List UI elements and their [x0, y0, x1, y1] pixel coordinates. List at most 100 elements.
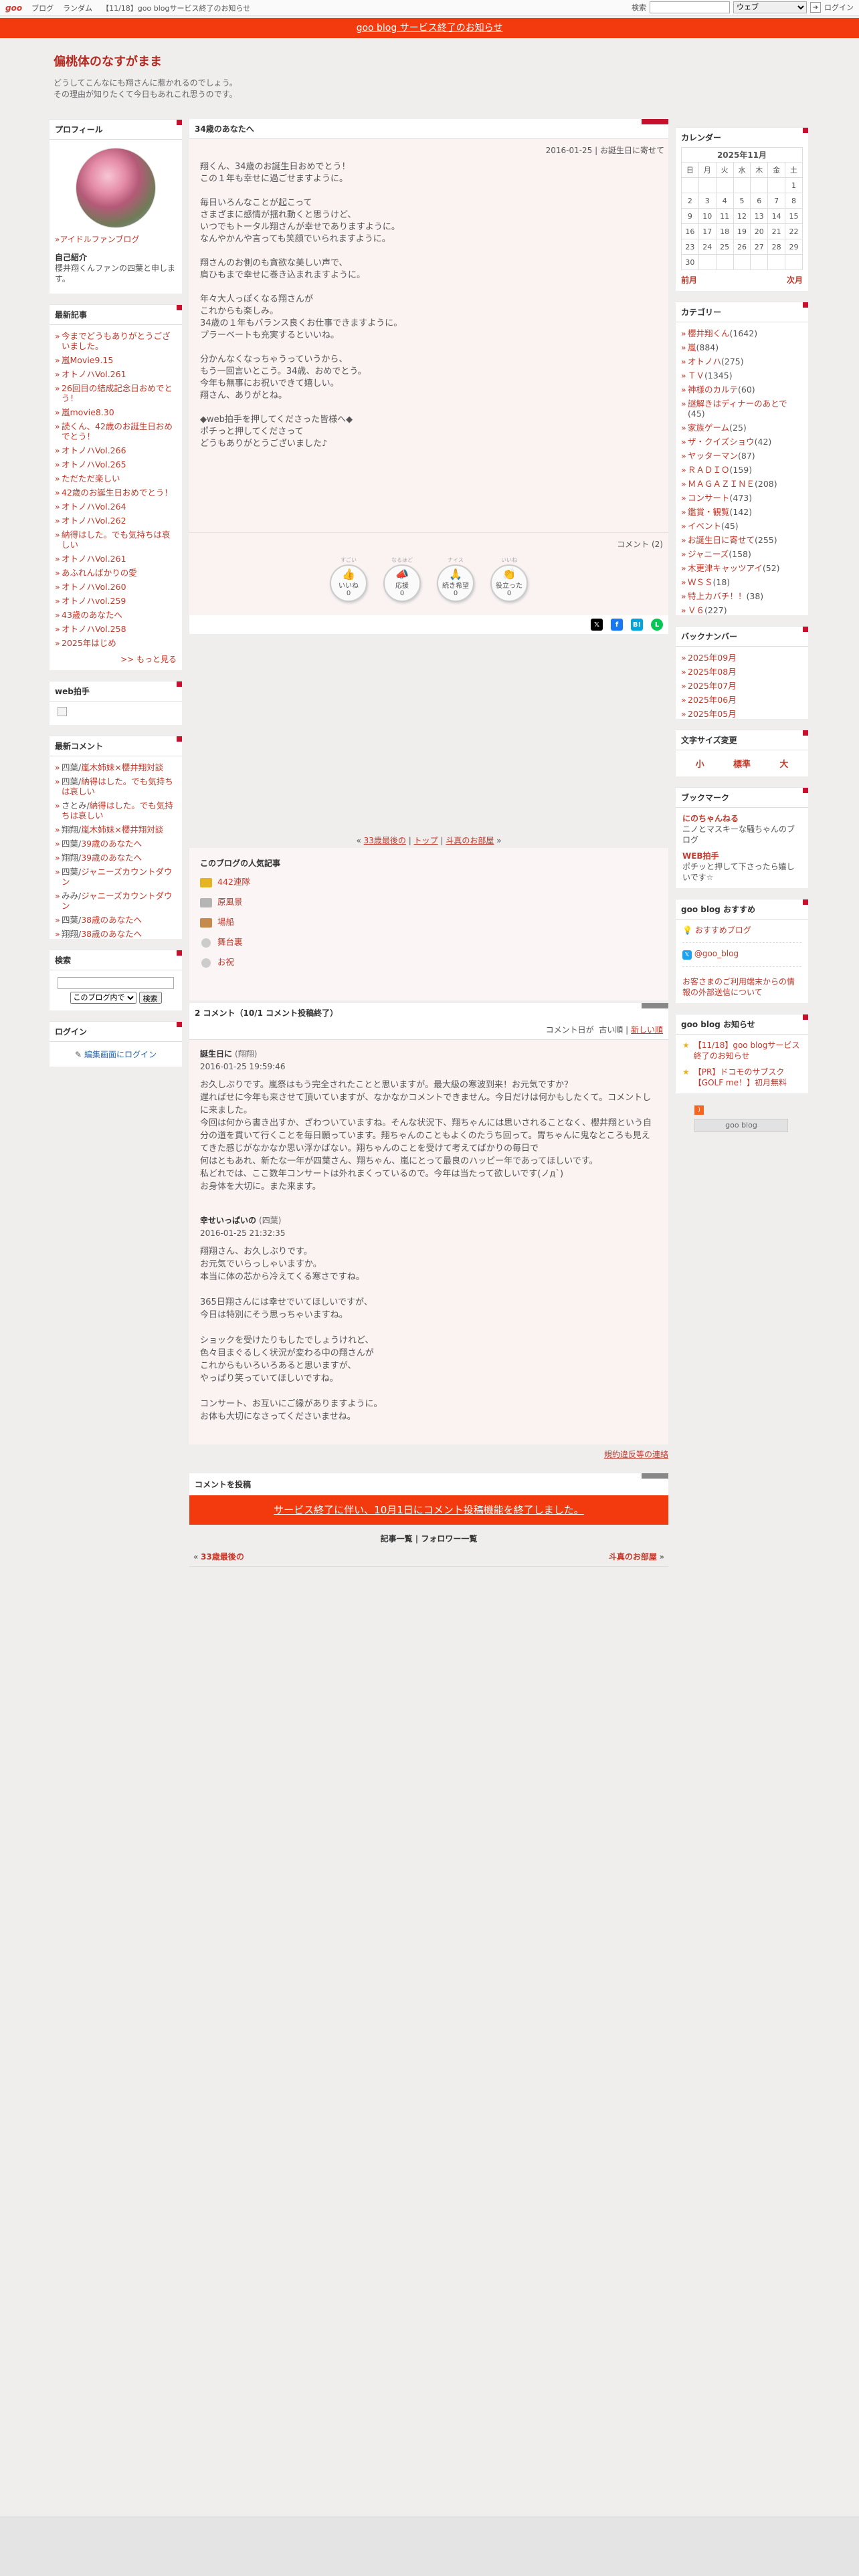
calendar-day[interactable]: 10	[698, 208, 717, 224]
backnumber-link[interactable]: 2025年07月	[688, 681, 737, 691]
calendar-day[interactable]: 1	[785, 177, 803, 193]
category-link[interactable]: 鑑賞・観覧	[688, 507, 730, 517]
category-link[interactable]: ジャニーズ	[688, 549, 729, 559]
calendar-day[interactable]: 2	[681, 193, 699, 209]
calendar-day[interactable]: 18	[715, 223, 734, 239]
recent-post-link[interactable]: 読くん、42歳のお誕生日おめでとう！	[62, 421, 173, 441]
popular-item-link[interactable]: 442連隊	[217, 877, 250, 887]
category-link[interactable]: 櫻井翔くん	[688, 328, 730, 338]
bookmark-link[interactable]: WEB拍手	[682, 851, 719, 861]
blog-title[interactable]: 偏桃体のなすがまま	[54, 52, 237, 70]
category-link[interactable]: コンサート	[688, 493, 730, 503]
calendar-day[interactable]: 7	[767, 193, 786, 209]
recent-post-link[interactable]: オトノハVol.262	[62, 516, 126, 526]
comment-count[interactable]: コメント (2)	[189, 532, 668, 554]
category-link[interactable]: ＷＳＳ	[688, 577, 713, 587]
stamp-button[interactable]: すごい 👍 いいね 0	[330, 556, 367, 602]
calendar-day[interactable]: 13	[750, 208, 769, 224]
goo-blog-footer-logo[interactable]: goo blog	[694, 1119, 788, 1132]
popular-item-link[interactable]: 場船	[217, 917, 234, 927]
article-title[interactable]: 34歳のあなたへ	[189, 119, 668, 139]
calendar-day[interactable]: 4	[715, 193, 734, 209]
popular-item-link[interactable]: お祝	[217, 957, 234, 967]
recent-post-link[interactable]: 嵐movie8.30	[62, 407, 114, 417]
backnumber-link[interactable]: 2025年06月	[688, 695, 737, 705]
popular-item-link[interactable]: 舞台裏	[217, 937, 243, 947]
category-link[interactable]: イベント	[688, 521, 721, 531]
calendar-day[interactable]: 27	[750, 239, 769, 255]
category-link[interactable]: ヤッターマン	[688, 451, 738, 461]
recent-post-link[interactable]: 今までどうもありがとうございました。	[62, 331, 171, 351]
x-share-icon[interactable]: 𝕏	[591, 619, 603, 631]
recent-post-link[interactable]: オトノハVol.261	[62, 554, 126, 564]
calendar-day[interactable]: 29	[785, 239, 803, 255]
news-link[interactable]: 【PR】ドコモのサブスク【GOLF me！】初月無料	[694, 1067, 801, 1088]
header-link-notice[interactable]: 【11/18】goo blogサービス終了のお知らせ	[102, 3, 250, 13]
calendar-day[interactable]: 17	[698, 223, 717, 239]
order-old-link[interactable]: 古い順	[599, 1025, 623, 1035]
recent-post-link[interactable]: 納得はした。でも気持ちは哀しい	[62, 530, 171, 550]
stamp-button[interactable]: ナイス 🙏 続き希望 0	[437, 556, 474, 602]
prev-article-link[interactable]: 33歳最後の	[364, 836, 406, 845]
follower-list-link[interactable]: フォロワー一覧	[421, 1534, 477, 1543]
category-link[interactable]: Ｖ６	[688, 605, 704, 615]
calendar-day[interactable]: 30	[681, 254, 699, 270]
prev-month-link[interactable]: 前月	[681, 274, 697, 286]
recent-comment-link[interactable]: 38歳のあなたへ	[81, 915, 142, 925]
backnumber-link[interactable]: 2025年05月	[688, 709, 737, 719]
recent-post-link[interactable]: 42歳のお誕生日おめでとう！	[62, 488, 173, 498]
recent-post-link[interactable]: オトノハVol.266	[62, 445, 126, 455]
calendar-day[interactable]: 9	[681, 208, 699, 224]
bookmark-link[interactable]: にのちゃんねる	[682, 814, 739, 823]
header-link-blog[interactable]: ブログ	[31, 3, 54, 13]
bottom-next-link[interactable]: 斗真のお部屋	[609, 1552, 657, 1562]
bottom-prev-link[interactable]: 33歳最後の	[201, 1552, 244, 1562]
category-link[interactable]: 神様のカルテ	[688, 385, 738, 395]
avatar[interactable]	[76, 148, 156, 228]
category-link[interactable]: 家族ゲーム	[688, 423, 729, 433]
category-link[interactable]: ザ・クイズショウ	[688, 437, 755, 447]
recent-post-link[interactable]: 26回目の結成記念日おめでとう！	[62, 383, 173, 403]
header-link-random[interactable]: ランダム	[63, 3, 92, 13]
calendar-day[interactable]: 26	[733, 239, 751, 255]
more-link[interactable]: >> もっと見る	[120, 655, 177, 664]
recent-post-link[interactable]: 2025年はじめ	[62, 638, 116, 648]
recent-comment-link[interactable]: 39歳のあなたへ	[81, 853, 142, 863]
calendar-day[interactable]: 14	[767, 208, 786, 224]
calendar-day[interactable]: 11	[715, 208, 734, 224]
calendar-day[interactable]: 22	[785, 223, 803, 239]
calendar-day[interactable]: 24	[698, 239, 717, 255]
article-list-link[interactable]: 記事一覧	[381, 1534, 413, 1543]
calendar-day[interactable]: 25	[715, 239, 734, 255]
calendar-day[interactable]: 23	[681, 239, 699, 255]
stamp-button[interactable]: いいね 👏 役立った 0	[490, 556, 528, 602]
blog-search-input[interactable]	[58, 977, 174, 989]
fontsize-small[interactable]: 小	[696, 757, 704, 770]
category-link[interactable]: ＴＶ	[688, 370, 704, 381]
calendar-day[interactable]: 28	[767, 239, 786, 255]
fan-link[interactable]: アイドルファンブログ	[60, 235, 139, 244]
recent-post-link[interactable]: オトノハVol.264	[62, 502, 126, 512]
rss-icon[interactable]: )	[694, 1105, 704, 1115]
calendar-day[interactable]: 19	[733, 223, 751, 239]
recent-post-link[interactable]: オトノハVol.261	[62, 369, 126, 379]
blog-search-scope[interactable]: このブログ内で	[70, 992, 136, 1004]
hatena-share-icon[interactable]: B!	[631, 619, 643, 631]
popular-item-link[interactable]: 原風景	[217, 897, 243, 907]
top-link[interactable]: トップ	[414, 836, 438, 845]
category-link[interactable]: お誕生日に寄せて	[688, 535, 755, 545]
header-search-input[interactable]	[650, 1, 730, 13]
recent-post-link[interactable]: オトノハVol.260	[62, 582, 126, 592]
order-new-link[interactable]: 新しい順	[631, 1025, 663, 1035]
category-link[interactable]: 嵐	[688, 342, 696, 352]
comment-closed-link[interactable]: サービス終了に伴い、10月1日にコメント投稿機能を終了しました。	[274, 1504, 584, 1516]
calendar-day[interactable]: 15	[785, 208, 803, 224]
category-link[interactable]: ＭＡＧＡＺＩＮＥ	[688, 479, 755, 489]
calendar-day[interactable]: 12	[733, 208, 751, 224]
blog-search-button[interactable]: 検索	[138, 992, 162, 1004]
recent-post-link[interactable]: 嵐Movie9.15	[62, 355, 113, 365]
backnumber-link[interactable]: 2025年09月	[688, 653, 737, 663]
recent-post-link[interactable]: 43歳のあなたへ	[62, 610, 122, 620]
goo-x-link[interactable]: @goo_blog	[694, 949, 739, 958]
next-article-link[interactable]: 斗真のお部屋	[446, 836, 494, 845]
